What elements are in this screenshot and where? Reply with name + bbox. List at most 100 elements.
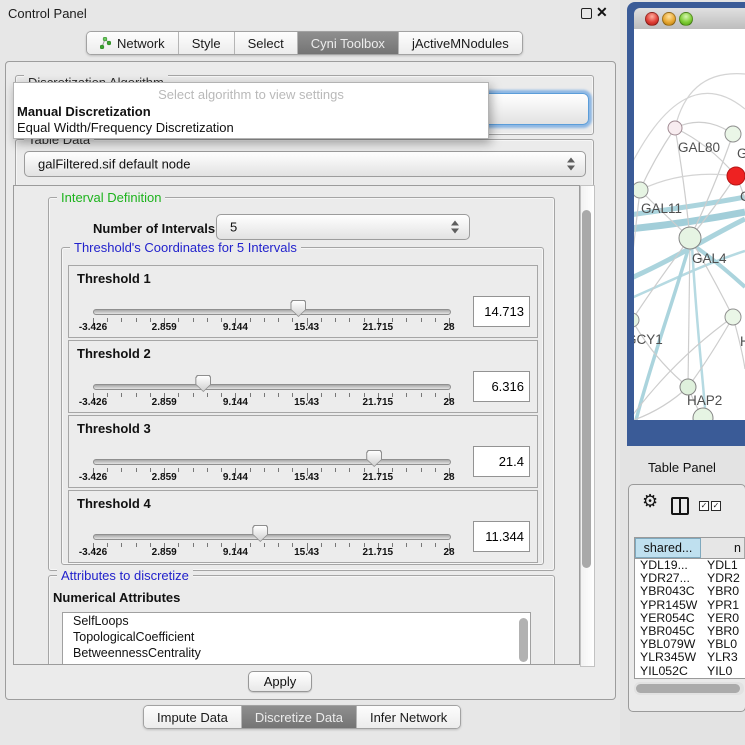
slider-thumb[interactable] (252, 525, 268, 542)
table-row[interactable]: YIL052CYIL0 (635, 665, 745, 678)
network-window-titlebar[interactable] (634, 8, 745, 30)
cell-shared-name[interactable]: YLR345W (635, 651, 701, 664)
cell-shared-name[interactable]: YBL079W (635, 638, 701, 651)
gear-icon[interactable]: ⚙ (642, 491, 658, 512)
cell-name[interactable]: YBL0 (701, 638, 745, 651)
slider-tick-label: 15.43 (294, 472, 319, 483)
column-header-name[interactable]: n (701, 538, 745, 558)
slider-track[interactable] (93, 534, 451, 540)
slider-tick (193, 318, 194, 322)
table-row[interactable]: YDL19...YDL1 (635, 559, 745, 572)
slider-tick (335, 393, 336, 397)
network-node[interactable] (668, 121, 682, 135)
cell-name[interactable]: YDL1 (701, 559, 745, 572)
table-row[interactable]: YPR145WYPR1 (635, 599, 745, 612)
slider-tick (136, 393, 137, 397)
cell-shared-name[interactable]: YDR27... (635, 572, 701, 585)
slider-thumb[interactable] (195, 375, 211, 392)
slider-tick-label: 2.859 (152, 547, 177, 558)
node-table[interactable]: shared... n YDL19...YDL1YDR27...YDR2YBR0… (634, 537, 745, 679)
table-horizontal-scrollbar[interactable] (634, 682, 744, 695)
apply-button[interactable]: Apply (248, 671, 312, 692)
numerical-attributes-list[interactable]: SelfLoopsTopologicalCoefficientBetweenne… (62, 612, 531, 665)
network-node[interactable] (679, 227, 701, 249)
cell-name[interactable]: YPR1 (701, 599, 745, 612)
cell-shared-name[interactable]: YBR045C (635, 625, 701, 638)
network-node[interactable] (634, 313, 639, 327)
float-window-icon[interactable] (581, 8, 592, 19)
cell-name[interactable]: YER0 (701, 612, 745, 625)
cell-name[interactable]: YBR0 (701, 625, 745, 638)
slider-tick (335, 318, 336, 322)
threshold-value-input[interactable] (473, 446, 530, 477)
window-title: Control Panel (8, 6, 87, 21)
popup-item-manual-discretization[interactable]: Manual Discretization (17, 104, 151, 119)
cell-name[interactable]: YIL0 (701, 665, 745, 678)
mac-close-icon[interactable] (645, 12, 659, 26)
close-icon[interactable]: ✕ (596, 4, 608, 21)
tab-jactivemnodules[interactable]: jActiveMNodules (399, 32, 522, 54)
network-node[interactable] (693, 408, 713, 420)
attribute-list-item[interactable]: SelfLoops (63, 613, 530, 629)
list-scrollbar[interactable] (519, 618, 528, 662)
slider-tick-label: 2.859 (152, 397, 177, 408)
scrollbar-thumb[interactable] (636, 684, 740, 693)
slider-tick (207, 468, 208, 472)
scrollbar-thumb[interactable] (582, 210, 591, 568)
cell-shared-name[interactable]: YBR043C (635, 585, 701, 598)
network-node[interactable] (725, 309, 741, 325)
slider-tick (278, 543, 279, 547)
cell-name[interactable]: YDR2 (701, 572, 745, 585)
tab-cyni-toolbox[interactable]: Cyni Toolbox (298, 32, 399, 54)
tab-style[interactable]: Style (179, 32, 235, 54)
cell-name[interactable]: YBR0 (701, 585, 745, 598)
popup-item-equal-width-frequency[interactable]: Equal Width/Frequency Discretization (17, 120, 234, 135)
cell-shared-name[interactable]: YIL052C (635, 665, 701, 678)
slider-track[interactable] (93, 309, 451, 315)
tab-network[interactable]: Network (87, 32, 179, 54)
network-node[interactable] (634, 182, 648, 198)
network-canvas[interactable]: GAL80GCGAL11GAL4GCY1HHAP2 (634, 29, 745, 420)
table-row[interactable]: YER054CYER0 (635, 612, 745, 625)
network-node[interactable] (725, 126, 741, 142)
checkbox-icon[interactable]: ✓ (699, 501, 709, 511)
tab-impute-data[interactable]: Impute Data (144, 706, 242, 728)
table-row[interactable]: YDR27...YDR2 (635, 572, 745, 585)
table-row[interactable]: YBL079WYBL0 (635, 638, 745, 651)
tab-select[interactable]: Select (235, 32, 298, 54)
slider-track[interactable] (93, 459, 451, 465)
number-of-intervals-combobox[interactable]: 5 (216, 214, 470, 240)
cell-shared-name[interactable]: YDL19... (635, 559, 701, 572)
slider-thumb[interactable] (366, 450, 382, 467)
mac-minimize-icon[interactable] (662, 12, 676, 26)
slider-tick (264, 318, 265, 322)
tab-discretize-data[interactable]: Discretize Data (242, 706, 357, 728)
threshold-value-input[interactable] (473, 371, 530, 402)
node-label: HAP2 (687, 393, 722, 408)
tab-label: Discretize Data (255, 710, 343, 725)
threshold-value-input[interactable] (473, 521, 530, 552)
checkbox-icon[interactable]: ✓ (711, 501, 721, 511)
cell-shared-name[interactable]: YER054C (635, 612, 701, 625)
attribute-list-item[interactable]: TopologicalCoefficient (63, 629, 530, 645)
slider-tick (335, 468, 336, 472)
slider-tick (250, 318, 251, 322)
network-node[interactable] (727, 167, 745, 185)
table-data-combobox[interactable]: galFiltered.sif default node (24, 151, 586, 177)
table-row[interactable]: YBR045CYBR0 (635, 625, 745, 638)
slider-tick (207, 318, 208, 322)
panel-vertical-scrollbar[interactable] (580, 185, 595, 667)
cell-shared-name[interactable]: YPR145W (635, 599, 701, 612)
slider-thumb[interactable] (290, 300, 306, 317)
column-header-shared-name[interactable]: shared... (635, 538, 701, 558)
mac-zoom-icon[interactable] (679, 12, 693, 26)
threshold-value-input[interactable] (473, 296, 530, 327)
attribute-list-item[interactable]: BetweennessCentrality (63, 645, 530, 661)
slider-track[interactable] (93, 384, 451, 390)
split-view-icon[interactable] (671, 497, 689, 515)
cell-name[interactable]: YLR3 (701, 651, 745, 664)
table-row[interactable]: YLR345WYLR3 (635, 651, 745, 664)
top-tab-bar: NetworkStyleSelectCyni ToolboxjActiveMNo… (86, 31, 523, 55)
table-row[interactable]: YBR043CYBR0 (635, 585, 745, 598)
tab-infer-network[interactable]: Infer Network (357, 706, 460, 728)
